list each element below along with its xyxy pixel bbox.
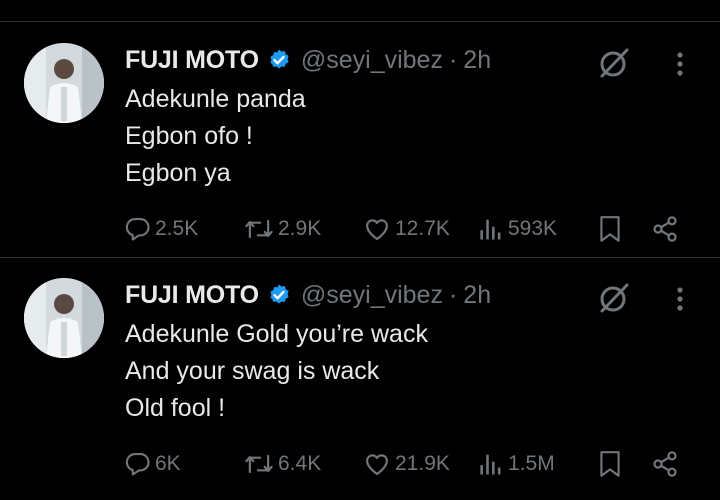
repost-icon bbox=[245, 219, 273, 239]
author-name[interactable]: FUJI MOTO bbox=[125, 281, 259, 310]
like-count: 12.7K bbox=[395, 217, 450, 240]
repost-button[interactable]: 2.9K bbox=[243, 209, 321, 249]
reply-count: 6K bbox=[155, 452, 181, 475]
share-button[interactable] bbox=[651, 444, 682, 484]
tweet-line: Adekunle Gold you’re wack bbox=[125, 320, 428, 348]
tweet-line: Egbon ya bbox=[125, 159, 231, 187]
reply-button[interactable]: 2.5K bbox=[124, 209, 198, 249]
like-count: 21.9K bbox=[395, 452, 450, 475]
tweet-line: Old fool ! bbox=[125, 394, 226, 422]
like-button[interactable]: 21.9K bbox=[362, 444, 450, 484]
action-bar: 6K 6.4K 21.9K 1.5M bbox=[0, 444, 720, 484]
views-icon bbox=[480, 454, 501, 475]
author-handle[interactable]: @seyi_vibez bbox=[301, 281, 443, 310]
reply-count: 2.5K bbox=[155, 217, 199, 240]
author-name[interactable]: FUJI MOTO bbox=[125, 46, 259, 75]
tweet-header: FUJI MOTO @seyi_vibez · 2h bbox=[125, 278, 491, 312]
tweet-card[interactable]: FUJI MOTO @seyi_vibez · 2h Adekunle pand… bbox=[0, 21, 720, 257]
views-button[interactable]: 1.5M bbox=[477, 444, 555, 484]
tweet-card[interactable]: FUJI MOTO @seyi_vibez · 2h Adekunle Gold… bbox=[0, 256, 720, 492]
bookmark-icon bbox=[600, 216, 620, 242]
tweet-text: Adekunle Gold you’re wack And your swag … bbox=[125, 316, 428, 427]
views-count: 1.5M bbox=[508, 452, 555, 475]
tweet-text: Adekunle panda Egbon ofo ! Egbon ya bbox=[125, 81, 306, 192]
timestamp[interactable]: 2h bbox=[463, 46, 491, 75]
action-bar: 2.5K 2.9K 12.7K 593K bbox=[0, 209, 720, 249]
views-icon bbox=[480, 219, 501, 240]
tweet-line: Adekunle panda bbox=[125, 85, 306, 113]
grok-icon[interactable] bbox=[596, 280, 632, 316]
views-button[interactable]: 593K bbox=[477, 209, 557, 249]
timestamp[interactable]: 2h bbox=[463, 281, 491, 310]
share-icon bbox=[653, 451, 677, 477]
avatar[interactable] bbox=[24, 43, 104, 123]
separator-dot: · bbox=[448, 280, 458, 309]
bookmark-icon bbox=[600, 451, 620, 477]
reply-icon bbox=[125, 218, 150, 241]
tweet-line: And your swag is wack bbox=[125, 357, 380, 385]
repost-count: 6.4K bbox=[278, 452, 322, 475]
share-button[interactable] bbox=[651, 209, 682, 249]
like-icon bbox=[365, 454, 389, 476]
more-icon[interactable] bbox=[667, 47, 693, 81]
repost-count: 2.9K bbox=[278, 217, 322, 240]
verified-badge-icon bbox=[267, 48, 291, 72]
grok-icon[interactable] bbox=[596, 45, 632, 81]
tweet-line: Egbon ofo ! bbox=[125, 122, 253, 150]
author-handle[interactable]: @seyi_vibez bbox=[301, 46, 443, 75]
reply-button[interactable]: 6K bbox=[124, 444, 181, 484]
tweet-header: FUJI MOTO @seyi_vibez · 2h bbox=[125, 43, 491, 77]
more-icon[interactable] bbox=[667, 282, 693, 316]
separator-dot: · bbox=[448, 45, 458, 74]
share-icon bbox=[653, 216, 677, 242]
repost-icon bbox=[245, 454, 273, 474]
bookmark-button[interactable] bbox=[597, 444, 626, 484]
repost-button[interactable]: 6.4K bbox=[243, 444, 321, 484]
reply-icon bbox=[125, 453, 150, 476]
bookmark-button[interactable] bbox=[597, 209, 626, 249]
avatar[interactable] bbox=[24, 278, 104, 358]
views-count: 593K bbox=[508, 217, 558, 240]
verified-badge-icon bbox=[267, 283, 291, 307]
like-button[interactable]: 12.7K bbox=[362, 209, 450, 249]
like-icon bbox=[365, 219, 389, 241]
